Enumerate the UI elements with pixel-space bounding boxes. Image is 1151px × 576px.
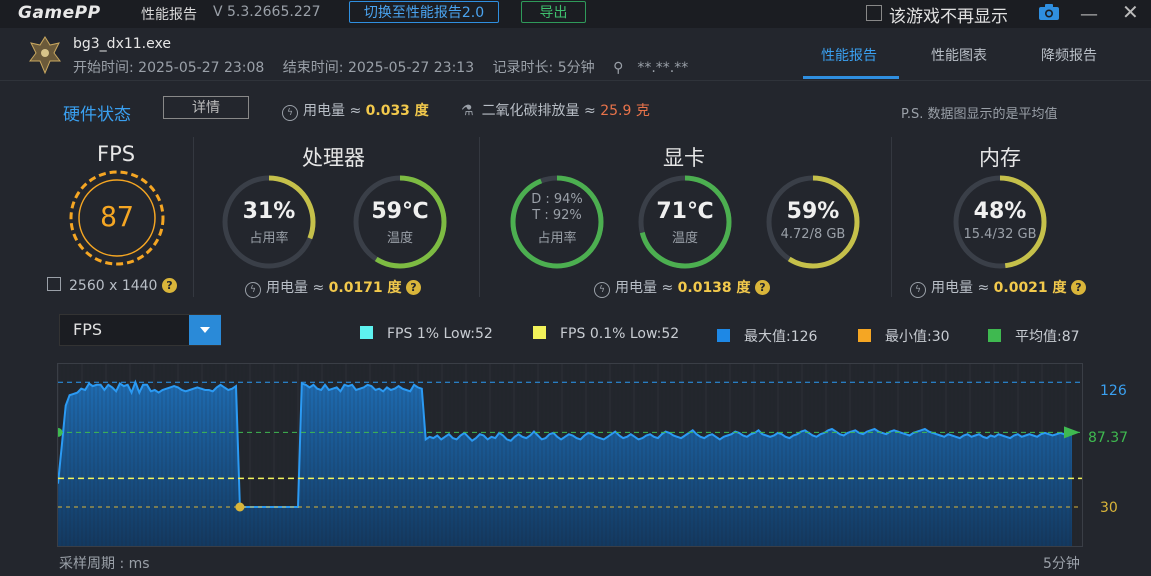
version-label: V 5.3.2665.227 — [213, 4, 321, 20]
min-marker — [235, 502, 245, 512]
fps-gauge: 87 — [67, 168, 167, 268]
bolt-icon: ϟ — [245, 282, 261, 298]
chevron-down-icon — [200, 327, 210, 333]
metric-dropdown-value[interactable]: FPS — [73, 320, 102, 339]
legend-min: 最小值:30 — [858, 326, 950, 346]
average-note: P.S. 数据图显示的是平均值 — [901, 107, 1058, 122]
legend-swatch — [360, 326, 373, 339]
location-text: **.**.** — [637, 60, 689, 76]
flask-icon: ⚗ — [461, 103, 474, 119]
hardware-status-title: 硬件状态 — [63, 105, 131, 125]
cpu-title: 处理器 — [302, 146, 365, 170]
total-power: ϟ 用电量 ≈ 0.033 度 — [282, 100, 429, 121]
minimize-icon[interactable]: — — [1080, 4, 1098, 25]
legend-fps-01pct-low: FPS 0.1% Low:52 — [533, 326, 679, 342]
dropdown-arrow-button[interactable] — [189, 315, 221, 345]
cpu-temp-label: 温度 — [386, 231, 413, 246]
gpu-temp-label: 温度 — [671, 231, 698, 246]
memory-power: ϟ 用电量 ≈ 0.0021 度 ? — [910, 277, 1086, 298]
y-label-avg: 87.37 — [1088, 430, 1129, 446]
cpu-power: ϟ 用电量 ≈ 0.0171 度 ? — [245, 277, 421, 298]
start-time: 开始时间: 2025-05-27 23:08 — [73, 60, 265, 76]
cpu-usage-label: 占用率 — [249, 231, 289, 246]
gpu-temp-value: 71℃ — [656, 199, 714, 224]
duration-label: 5分钟 — [1043, 556, 1080, 572]
end-time: 结束时间: 2025-05-27 23:13 — [282, 60, 475, 76]
session-meta: 开始时间: 2025-05-27 23:08 结束时间: 2025-05-27 … — [73, 57, 702, 77]
active-tab-indicator — [803, 76, 899, 79]
gpu-power: ϟ 用电量 ≈ 0.0138 度 ? — [594, 277, 770, 298]
gpu-title: 显卡 — [663, 146, 705, 170]
hide-game-label[interactable]: 该游戏不再显示 — [889, 2, 1008, 27]
resolution: 2560 x 1440 ? — [47, 277, 177, 294]
gamepp-logo: GamePP — [18, 3, 101, 23]
bolt-icon: ϟ — [594, 282, 610, 298]
record-duration: 记录时长: 5分钟 — [492, 60, 595, 76]
cpu-usage-value: 31% — [242, 199, 296, 224]
gpu-vram-gauge: 59% 4.72/8 GB — [763, 172, 863, 272]
tab-throttle-report[interactable]: 降频报告 — [1041, 45, 1097, 65]
monitor-icon — [47, 277, 61, 291]
help-icon[interactable]: ? — [755, 280, 770, 295]
help-icon[interactable]: ? — [161, 278, 177, 293]
gpu-temp-gauge: 71℃ 温度 — [635, 172, 735, 272]
cpu-temp-value: 59℃ — [371, 199, 429, 224]
divider — [891, 137, 892, 297]
memory-title: 内存 — [979, 146, 1021, 170]
legend-swatch — [717, 329, 730, 342]
co2-emission: ⚗ 二氧化碳排放量 ≈ 25.9 克 — [461, 103, 650, 119]
legend-max: 最大值:126 — [717, 326, 817, 346]
bolt-icon: ϟ — [910, 282, 926, 298]
gpu-usage-label: 占用率 — [537, 231, 577, 246]
close-icon[interactable]: ✕ — [1122, 0, 1139, 24]
hide-game-checkbox[interactable] — [866, 5, 882, 21]
cpu-usage-gauge: 31% 占用率 — [219, 172, 319, 272]
memory-usage-gauge: 48% 15.4/32 GB — [950, 172, 1050, 272]
legend-fps-1pct-low: FPS 1% Low:52 — [360, 326, 493, 342]
help-icon[interactable]: ? — [1071, 280, 1086, 295]
fps-chart — [58, 364, 1082, 546]
game-icon — [28, 35, 62, 79]
detail-button[interactable]: 详情 — [163, 96, 249, 119]
gpu-vram-detail: 4.72/8 GB — [780, 227, 846, 242]
legend-swatch — [988, 329, 1001, 342]
memory-usage-detail: 15.4/32 GB — [963, 227, 1037, 242]
camera-icon[interactable] — [1038, 3, 1060, 25]
help-icon[interactable]: ? — [406, 280, 421, 295]
fps-value: 87 — [100, 200, 134, 233]
cpu-temp-gauge: 59℃ 温度 — [350, 172, 450, 272]
gpu-vram-value: 59% — [786, 199, 840, 224]
divider — [479, 137, 480, 297]
export-button[interactable]: 导出 — [521, 1, 586, 23]
window-title: 性能报告 — [141, 7, 197, 23]
location-pin-icon: ⚲ — [613, 60, 624, 76]
gpu-t-usage: T : 92% — [532, 208, 582, 223]
gpu-d-usage: D : 94% — [531, 192, 583, 207]
bolt-icon: ϟ — [282, 105, 298, 121]
gpu-usage-gauge: D : 94% T : 92% 占用率 — [507, 172, 607, 272]
memory-usage-value: 48% — [973, 199, 1027, 224]
sample-period-label: 采样周期 : ms — [59, 556, 150, 572]
legend-swatch — [533, 326, 546, 339]
tab-performance-chart[interactable]: 性能图表 — [931, 45, 987, 65]
tab-performance-report[interactable]: 性能报告 — [821, 45, 877, 65]
legend-swatch — [858, 329, 871, 342]
switch-report-button[interactable]: 切换至性能报告2.0 — [349, 1, 499, 23]
divider — [193, 137, 194, 297]
fps-title: FPS — [97, 142, 136, 166]
legend-avg: 平均值:87 — [988, 326, 1080, 346]
y-label-min: 30 — [1100, 500, 1118, 516]
y-label-max: 126 — [1100, 383, 1127, 399]
game-exe-name: bg3_dx11.exe — [73, 36, 171, 52]
